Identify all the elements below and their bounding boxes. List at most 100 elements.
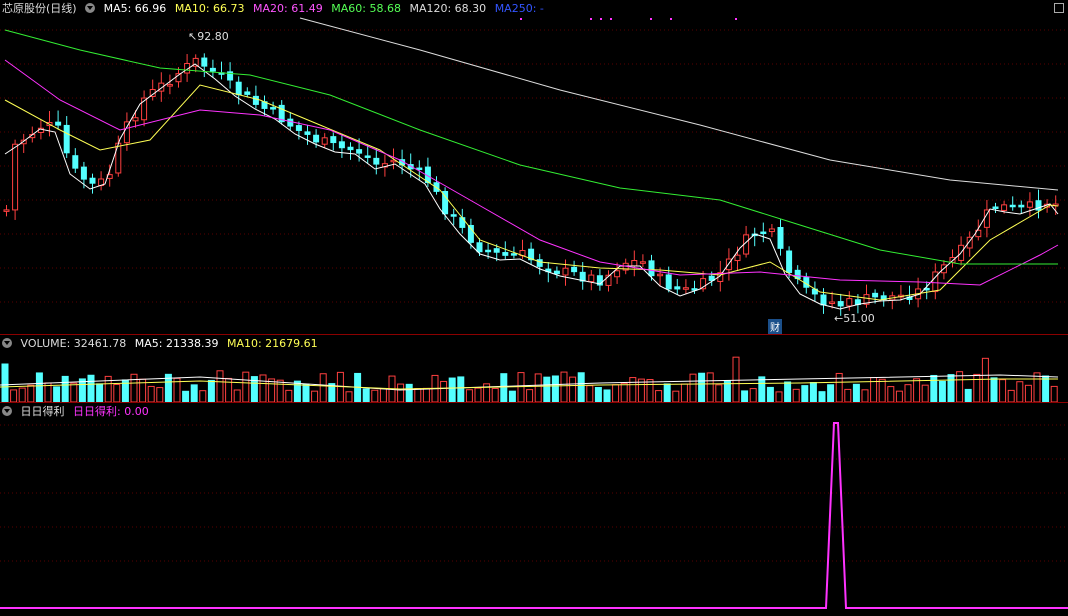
- candle-body: [734, 254, 741, 262]
- candle-body: [201, 57, 208, 67]
- candle-body: [166, 84, 173, 87]
- volume-bar: [457, 376, 465, 402]
- volume-collapse-icon[interactable]: [2, 338, 12, 348]
- volume-bar: [440, 380, 448, 402]
- volume-bar: [1024, 384, 1032, 402]
- volume-bar: [345, 391, 353, 402]
- candle-body: [356, 149, 363, 154]
- candle-body: [12, 143, 19, 211]
- volume-bar: [156, 387, 164, 402]
- volume-bar: [594, 387, 602, 402]
- candle-body: [648, 260, 655, 277]
- candle-body: [338, 141, 345, 149]
- volume-bar: [465, 389, 473, 402]
- volume-bar: [878, 378, 886, 402]
- volume-bar: [655, 390, 663, 402]
- maximize-icon[interactable]: [1054, 3, 1064, 13]
- candle-body: [493, 248, 500, 253]
- volume-bar: [35, 372, 43, 402]
- volume-bar: [190, 384, 198, 402]
- signal-dot: [600, 18, 602, 20]
- candle-body: [674, 286, 681, 290]
- volume-bar: [663, 383, 671, 402]
- candle-body: [837, 301, 844, 307]
- volume-bar: [302, 383, 310, 402]
- candle-body: [665, 274, 672, 290]
- volume-bar: [87, 374, 95, 402]
- volume-label: VOLUME: 32461.78: [20, 337, 127, 350]
- indicator-panel[interactable]: 日日得利 日日得利: 0.00: [0, 403, 1068, 616]
- indicator-name: 日日得利: [20, 405, 65, 418]
- ma10-label: MA10: 66.73: [174, 2, 245, 15]
- candle-body: [63, 124, 70, 154]
- volume-bar: [474, 387, 482, 402]
- candle-body: [1001, 204, 1008, 211]
- volume-bar: [758, 376, 766, 402]
- stock-title: 芯原股份(日线): [2, 2, 77, 15]
- price-chart-panel[interactable]: 芯原股份(日线) MA5: 66.96 MA10: 66.73 MA20: 61…: [0, 0, 1068, 335]
- volume-bar: [1, 363, 9, 402]
- volume-bar: [801, 385, 809, 402]
- candle-body: [476, 242, 483, 253]
- candle-body: [304, 131, 311, 135]
- low-price-value: 51.00: [843, 312, 875, 325]
- volume-bar: [947, 374, 955, 402]
- volume-panel[interactable]: VOLUME: 32461.78 MA5: 21338.39 MA10: 216…: [0, 335, 1068, 403]
- volume-bar: [689, 373, 697, 402]
- signal-dot: [650, 18, 652, 20]
- volume-bar: [921, 384, 929, 402]
- ma250-label: MA250: -: [494, 2, 544, 15]
- volume-bar: [560, 371, 568, 402]
- candle-body: [571, 266, 578, 273]
- volume-bar: [586, 385, 594, 402]
- ma60-label: MA60: 58.68: [331, 2, 401, 15]
- volume-bar: [672, 390, 680, 402]
- candle-body: [55, 121, 62, 126]
- volume-bar: [612, 384, 620, 402]
- volume-bar: [53, 386, 61, 402]
- candle-body: [1009, 204, 1016, 208]
- volume-bar: [517, 372, 525, 402]
- volume-bar: [27, 384, 35, 402]
- candle-body: [510, 253, 517, 256]
- volume-bar: [311, 390, 319, 402]
- candle-body: [829, 301, 836, 304]
- signal-dot: [590, 18, 592, 20]
- candle-body: [270, 107, 277, 110]
- volume-bar: [379, 388, 387, 402]
- financial-report-badge[interactable]: 财: [768, 319, 782, 334]
- signal-dot: [670, 18, 672, 20]
- volume-bar: [938, 380, 946, 402]
- volume-bar: [646, 379, 654, 402]
- volume-bar: [18, 387, 26, 402]
- indicator-collapse-icon[interactable]: [2, 406, 12, 416]
- volume-bar: [698, 372, 706, 402]
- volume-bar: [543, 376, 551, 402]
- candle-body: [760, 231, 767, 235]
- volume-bar: [285, 389, 293, 402]
- volume-bar: [207, 379, 215, 402]
- candle-body: [588, 274, 595, 283]
- ma5-label: MA5: 66.96: [103, 2, 167, 15]
- volume-bar: [293, 380, 301, 402]
- ma120-label: MA120: 68.30: [409, 2, 487, 15]
- volume-ma10-label: MA10: 21679.61: [226, 337, 318, 350]
- candle-body: [657, 273, 664, 277]
- volume-bar: [96, 383, 104, 402]
- volume-bar: [990, 377, 998, 402]
- candle-body: [768, 228, 775, 233]
- volume-bar: [61, 375, 69, 402]
- volume-bar: [895, 390, 903, 402]
- volume-bar: [526, 389, 534, 402]
- volume-bar: [199, 390, 207, 402]
- volume-bar: [448, 377, 456, 402]
- volume-bar: [741, 390, 749, 402]
- candle-body: [786, 250, 793, 273]
- candle-body: [373, 157, 380, 165]
- candle-body: [347, 146, 354, 151]
- candle-body: [553, 270, 560, 275]
- candle-body: [450, 214, 457, 217]
- signal-dot: [610, 18, 612, 20]
- collapse-icon[interactable]: [85, 3, 96, 13]
- volume-bar: [500, 373, 508, 402]
